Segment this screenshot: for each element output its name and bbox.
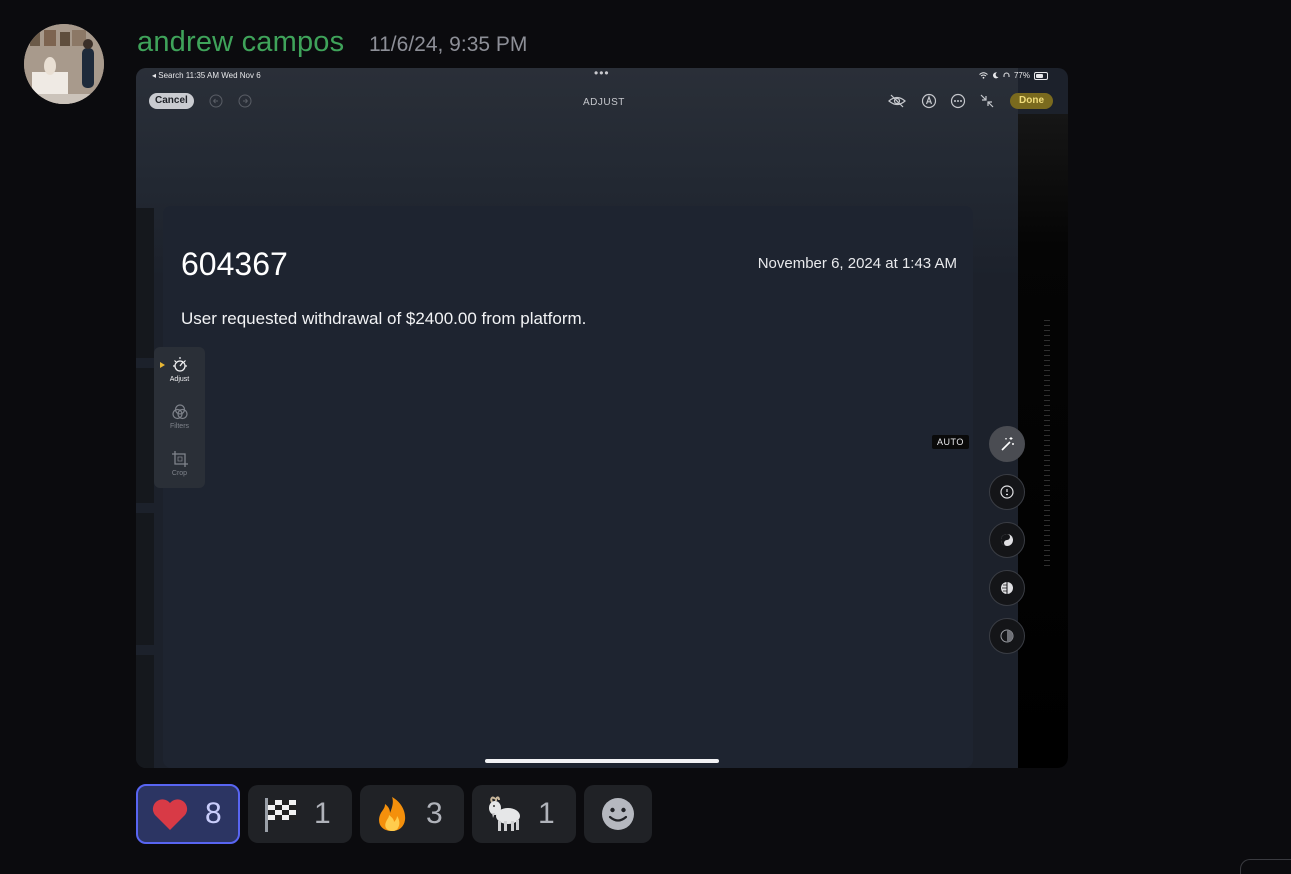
adjust-icon (172, 357, 187, 372)
ios-status-bar: ◂ Search 11:35 AM Wed Nov 6 ••• 77% (136, 68, 1068, 86)
brilliance-icon (1001, 534, 1013, 546)
done-button[interactable]: Done (1010, 93, 1053, 109)
crop-icon (171, 451, 188, 467)
reaction-count: 3 (426, 797, 443, 830)
thumbnail-strip (136, 513, 154, 645)
heart-emoji-icon (152, 799, 188, 830)
thumbnail-strip (136, 655, 154, 768)
mode-crop[interactable]: Crop (154, 450, 205, 477)
message-timestamp[interactable]: 11/6/24, 9:35 PM (369, 33, 527, 57)
toolbar-title: ADJUST (583, 97, 625, 108)
checkered-flag-emoji-icon (265, 798, 296, 832)
wifi-icon (979, 72, 988, 79)
author-name[interactable]: andrew campos (137, 26, 344, 59)
reaction-count: 1 (314, 797, 331, 830)
fire-emoji-icon (379, 797, 406, 831)
adjust-slider-strip (1018, 114, 1068, 768)
auto-enhance-icon (1001, 437, 1014, 451)
shadows-icon (1000, 629, 1014, 643)
brilliance-button[interactable] (989, 522, 1025, 558)
highlights-button[interactable] (989, 570, 1025, 606)
exposure-button[interactable] (989, 474, 1025, 510)
more-options-icon[interactable] (950, 93, 966, 109)
mode-filters[interactable]: Filters (154, 403, 205, 430)
shadows-button[interactable] (989, 618, 1025, 654)
markup-icon[interactable] (921, 93, 937, 109)
reaction-count: 1 (538, 797, 555, 830)
add-reaction-icon (602, 798, 634, 830)
home-indicator (485, 759, 719, 763)
battery-percent: 77% (1013, 71, 1030, 80)
edit-mode-panel: Adjust Filters Crop (154, 347, 205, 488)
adjust-ruler[interactable] (1044, 320, 1050, 570)
mode-adjust[interactable]: Adjust (154, 356, 205, 383)
user-avatar[interactable] (24, 24, 104, 104)
avatar-photo (24, 24, 104, 104)
auto-enhance-button[interactable] (989, 426, 1025, 462)
reaction-fire[interactable]: 3 (360, 785, 464, 843)
thumbnail-strip (136, 208, 154, 358)
reaction-checkered-flag[interactable]: 1 (248, 785, 352, 843)
status-left-text: ◂ Search 11:35 AM Wed Nov 6 (152, 71, 261, 80)
headphones-icon (1003, 72, 1010, 77)
highlights-icon (1001, 582, 1013, 594)
exposure-icon (1000, 485, 1014, 499)
record-message: User requested withdrawal of $2400.00 fr… (181, 309, 587, 328)
cancel-button[interactable]: Cancel (149, 93, 194, 109)
moon-icon (992, 72, 999, 79)
record-date: November 6, 2024 at 1:43 AM (757, 255, 957, 272)
mode-crop-label: Crop (171, 470, 188, 477)
reaction-count: 8 (205, 797, 222, 830)
add-reaction-button[interactable] (584, 785, 652, 843)
thumbnail-strip (136, 368, 154, 503)
battery-icon (1034, 71, 1048, 80)
image-attachment[interactable]: ◂ Search 11:35 AM Wed Nov 6 ••• 77% Canc… (136, 68, 1068, 768)
reaction-heart[interactable]: 8 (136, 784, 240, 844)
hide-eye-icon[interactable] (888, 93, 906, 109)
undo-icon[interactable] (208, 93, 224, 109)
reaction-goat[interactable]: 1 (472, 785, 576, 843)
multitasking-dots-icon: ••• (594, 68, 610, 80)
collapse-icon[interactable] (979, 93, 995, 109)
filters-icon (171, 404, 188, 420)
redo-icon[interactable] (237, 93, 253, 109)
auto-label: AUTO (932, 435, 969, 449)
mode-filters-label: Filters (169, 423, 190, 430)
goat-emoji-icon (489, 796, 520, 831)
status-right: 77% (979, 71, 1048, 80)
edited-photo-card: 604367 November 6, 2024 at 1:43 AM User … (163, 206, 973, 768)
photo-edit-toolbar: Cancel ADJUST Done (136, 90, 1068, 114)
record-number: 604367 (181, 246, 288, 282)
corner-widget (1240, 859, 1291, 874)
mode-adjust-label: Adjust (169, 376, 190, 383)
